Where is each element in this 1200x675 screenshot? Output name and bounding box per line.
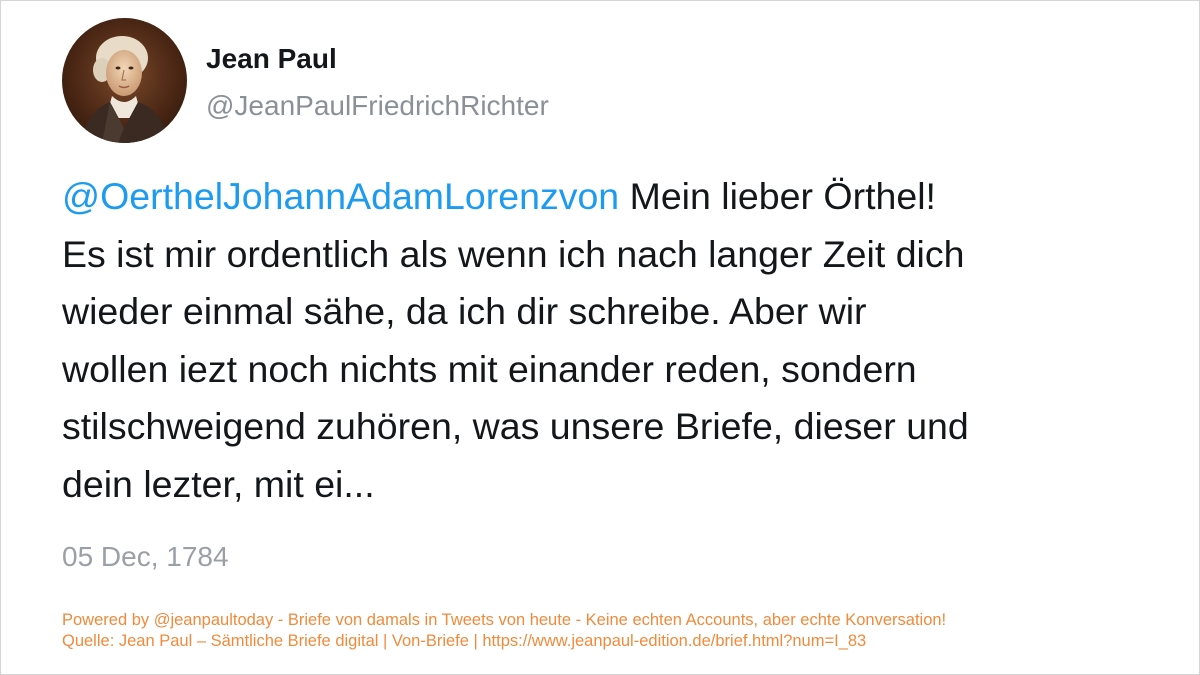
tweet-text: @OerthelJohannAdamLorenzvon Mein lieber …	[62, 168, 1137, 513]
display-name[interactable]: Jean Paul	[206, 42, 337, 76]
attribution-footer: Powered by @jeanpaultoday - Briefe von d…	[62, 610, 1162, 652]
footer-line-powered-by: Powered by @jeanpaultoday - Briefe von d…	[62, 611, 947, 629]
footer-line-source: Quelle: Jean Paul – Sämtliche Briefe dig…	[62, 632, 867, 650]
user-handle[interactable]: @JeanPaulFriedrichRichter	[206, 89, 549, 123]
tweet-card: Jean Paul @JeanPaulFriedrichRichter @Oer…	[0, 0, 1200, 675]
portrait-avatar-icon	[62, 18, 187, 143]
avatar[interactable]	[62, 18, 187, 143]
mention-link[interactable]: @OerthelJohannAdamLorenzvon	[62, 175, 619, 217]
tweet-date[interactable]: 05 Dec, 1784	[62, 540, 229, 574]
tweet-text-body: Mein lieber Örthel! Es ist mir ordentlic…	[62, 175, 969, 505]
